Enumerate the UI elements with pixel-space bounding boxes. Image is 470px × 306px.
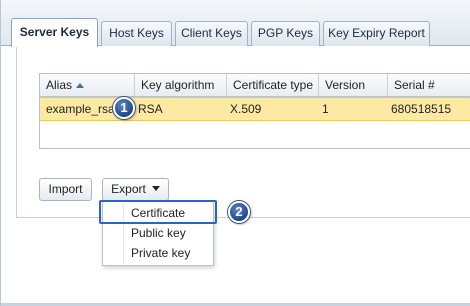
column-header-certificate-type[interactable]: Certificate type	[227, 74, 319, 96]
callout-badge-1: 1	[113, 97, 135, 119]
import-button[interactable]: Import	[39, 178, 92, 201]
export-button[interactable]: Export	[102, 178, 169, 201]
column-header-key-algorithm[interactable]: Key algorithm	[135, 74, 227, 96]
menu-item-public-key[interactable]: Public key	[103, 224, 215, 243]
grid-header: Alias Key algorithm Certificate type Ver…	[40, 74, 470, 97]
export-button-label: Export	[111, 182, 146, 196]
menu-item-certificate[interactable]: Certificate	[103, 204, 215, 223]
tab-key-expiry-report[interactable]: Key Expiry Report	[323, 21, 430, 46]
callout-badge-2: 2	[228, 201, 250, 223]
tab-bar: Server Keys Host Keys Client Keys PGP Ke…	[1, 0, 470, 47]
column-header-serial[interactable]: Serial #	[388, 74, 470, 96]
cell-key-algorithm: RSA	[138, 102, 163, 116]
cell-certificate-type: X.509	[230, 102, 262, 116]
cell-serial: 680518515	[391, 102, 452, 116]
tab-host-keys[interactable]: Host Keys	[101, 21, 172, 46]
column-header-version[interactable]: Version	[319, 74, 388, 96]
cell-version: 1	[322, 102, 329, 116]
table-row[interactable]: example_rsa RSA X.509 1 680518515	[40, 97, 470, 121]
tab-server-keys[interactable]: Server Keys	[11, 18, 98, 47]
sort-ascending-icon	[76, 83, 85, 88]
window: Server Keys Host Keys Client Keys PGP Ke…	[0, 0, 470, 306]
export-menu: Certificate Public key Private key	[102, 201, 214, 266]
tab-client-keys[interactable]: Client Keys	[175, 21, 248, 46]
chevron-down-icon	[151, 186, 160, 191]
keys-grid: Alias Key algorithm Certificate type Ver…	[39, 73, 470, 149]
tab-pgp-keys[interactable]: PGP Keys	[251, 21, 320, 46]
menu-item-private-key[interactable]: Private key	[103, 244, 215, 263]
column-header-alias-label: Alias	[46, 78, 73, 92]
column-header-alias[interactable]: Alias	[40, 74, 135, 96]
